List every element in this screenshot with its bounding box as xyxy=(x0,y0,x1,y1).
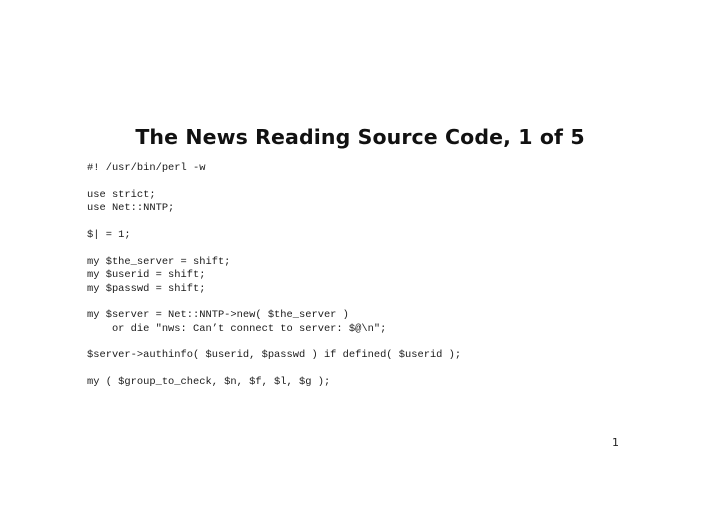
code-line: use strict; xyxy=(87,188,156,201)
code-line: #! /usr/bin/perl -w xyxy=(87,162,206,174)
code-line: $server->authinfo( $userid, $passwd ) if… xyxy=(87,349,462,362)
code-line: my $the_server = shift; xyxy=(87,255,231,268)
code-line: use Net::NNTP; xyxy=(87,202,175,215)
code-line: my $server = Net::NNTP->new( $the_server… xyxy=(87,309,349,322)
code-line: my ( $group_to_check, $n, $f, $l, $g ); xyxy=(87,376,331,389)
code-line: $| = 1; xyxy=(87,228,131,241)
code-block: #! /usr/bin/perl -wuse strict; use Net::N… xyxy=(87,162,461,390)
code-line: my $userid = shift; xyxy=(87,269,206,282)
page-number: 1 xyxy=(612,436,619,449)
code-line: my $passwd = shift; xyxy=(87,282,206,295)
slide-title: The News Reading Source Code, 1 of 5 xyxy=(135,125,585,149)
code-line: or die "nws: Can’t connect to server: $@… xyxy=(87,322,387,335)
